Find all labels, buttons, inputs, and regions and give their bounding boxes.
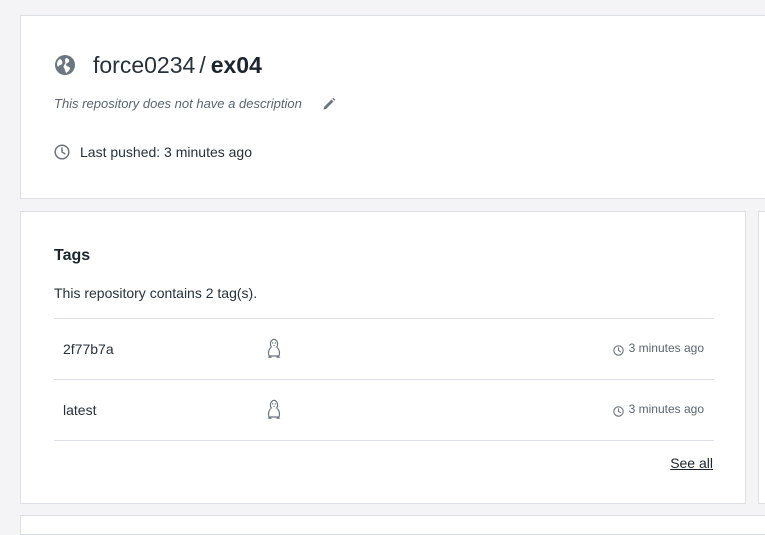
tag-row[interactable]: latest 3 minutes ago [54, 380, 714, 441]
description-row: This repository does not have a descript… [54, 96, 336, 111]
edit-pencil-icon[interactable] [322, 97, 336, 111]
last-pushed-row: Last pushed: 3 minutes ago [54, 144, 252, 160]
tags-heading: Tags [54, 247, 91, 264]
clock-icon [54, 144, 70, 160]
repo-header-card: force0234 / ex04 This repository does no… [20, 15, 765, 199]
tag-row[interactable]: 2f77b7a 3 minutes ago [54, 319, 714, 380]
repo-separator: / [199, 51, 206, 78]
side-panel-card [758, 211, 765, 504]
tags-list: 2f77b7a 3 minutes ago latest 3 minutes a… [54, 318, 714, 441]
repo-owner[interactable]: force0234 [93, 52, 195, 79]
clock-icon [612, 343, 624, 356]
tag-name[interactable]: 2f77b7a [63, 341, 114, 357]
linux-icon [266, 399, 282, 421]
globe-icon [54, 54, 76, 76]
tag-pushed-time: 3 minutes ago [612, 341, 704, 356]
tags-count-text: This repository contains 2 tag(s). [54, 285, 258, 301]
clock-icon [612, 404, 624, 417]
tag-time-text: 3 minutes ago [628, 341, 704, 355]
tags-card: Tags This repository contains 2 tag(s). … [20, 211, 746, 504]
repo-description: This repository does not have a descript… [54, 96, 302, 111]
tag-name[interactable]: latest [63, 402, 96, 418]
tag-pushed-time: 3 minutes ago [612, 402, 704, 417]
tag-time-text: 3 minutes ago [628, 402, 704, 416]
last-pushed-text: Last pushed: 3 minutes ago [80, 144, 253, 160]
repo-name: ex04 [210, 51, 262, 78]
see-all-tags-link[interactable]: See all [670, 455, 713, 471]
repo-title: force0234 / ex04 [54, 50, 262, 80]
bottom-panel-card [20, 515, 765, 535]
linux-icon [266, 338, 282, 360]
